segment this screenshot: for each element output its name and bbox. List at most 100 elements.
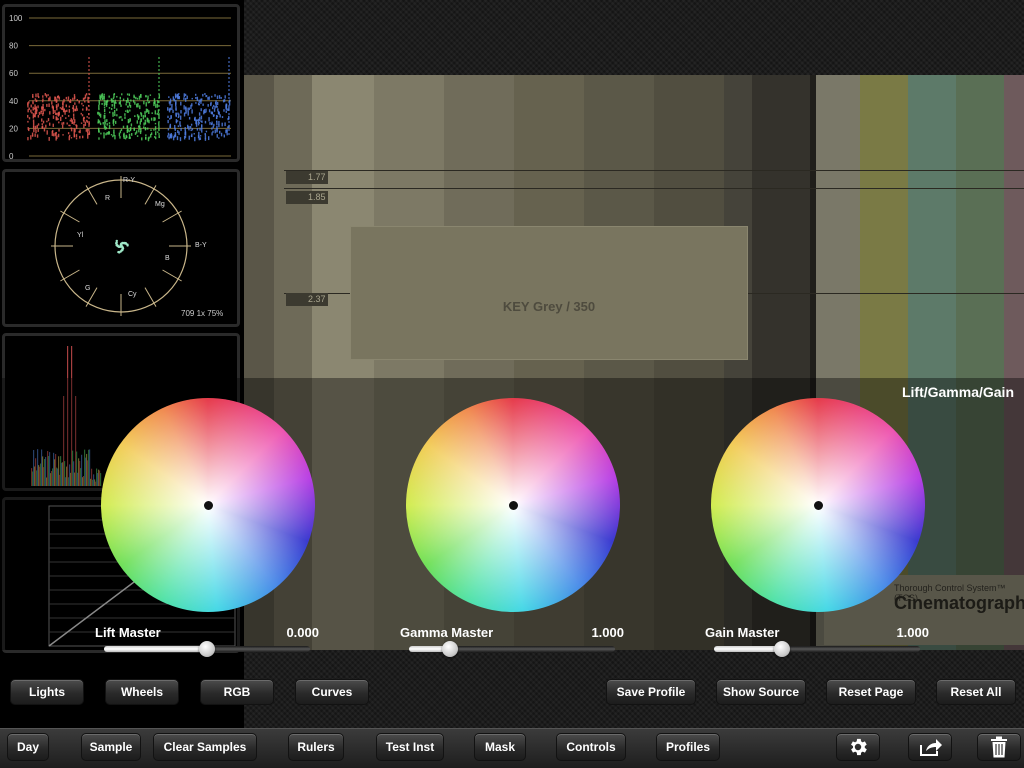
waveform-trace: [134, 101, 136, 105]
waveform-trace: [129, 127, 132, 132]
waveform-trace: [38, 111, 41, 115]
chart-line: [284, 188, 1024, 189]
waveform-trace: [71, 107, 74, 109]
vectorscope[interactable]: R-Y R Mg B-Y B Cy G Yl 709 1x 75%: [2, 169, 240, 327]
waveform-trace: [104, 112, 106, 115]
sample-button[interactable]: Sample: [81, 733, 141, 761]
waveform-trace: [103, 102, 106, 106]
lift-master-slider[interactable]: [104, 641, 310, 657]
waveform-trace: [191, 109, 193, 114]
gamma-color-wheel[interactable]: [406, 398, 620, 612]
waveform-axis-label: 80: [9, 42, 18, 51]
waveform-trace: [184, 93, 187, 97]
wheel-puck[interactable]: [813, 500, 823, 510]
share-button[interactable]: [908, 733, 952, 761]
waveform-trace: [113, 129, 115, 134]
waveform-trace: [168, 136, 170, 140]
waveform-trace: [167, 119, 169, 124]
waveform-trace: [85, 129, 88, 132]
slider-thumb[interactable]: [773, 641, 790, 657]
rulers-button[interactable]: Rulers: [288, 733, 344, 761]
waveform-trace: [68, 136, 70, 141]
waveform-trace: [87, 96, 89, 101]
delete-button[interactable]: [977, 733, 1021, 761]
wheel-puck[interactable]: [508, 500, 518, 510]
waveform-trace: [194, 116, 196, 121]
waveform-trace: [154, 136, 157, 140]
waveform-trace: [216, 95, 219, 99]
waveform-trace: [140, 118, 142, 123]
mode-title: Lift/Gamma/Gain: [901, 384, 1014, 400]
clear-samples-button[interactable]: Clear Samples: [153, 733, 257, 761]
waveform-trace: [136, 103, 138, 108]
waveform-trace: [141, 137, 143, 141]
profiles-button[interactable]: Profiles: [656, 733, 720, 761]
waveform-trace: [191, 133, 193, 138]
waveform-trace: [84, 94, 87, 99]
waveform-trace: [201, 125, 203, 129]
controls-button[interactable]: Controls: [556, 733, 626, 761]
waveform-trace: [151, 112, 153, 114]
waveform-trace: [131, 133, 133, 136]
waveform-trace: [175, 108, 177, 111]
waveform-trace: [180, 110, 182, 114]
waveform-trace: [146, 98, 149, 102]
gamma-master-slider[interactable]: [409, 641, 615, 657]
waveform-trace: [80, 122, 83, 124]
waveform-trace: [180, 101, 182, 106]
waveform-trace: [156, 103, 159, 108]
waveform-trace: [201, 98, 203, 101]
waveform-axis-label: 0: [9, 152, 14, 159]
waveform-trace: [75, 125, 78, 130]
settings-button[interactable]: [836, 733, 880, 761]
waveform-trace: [168, 101, 171, 104]
waveform-trace: [46, 120, 48, 123]
waveform-trace: [42, 120, 45, 124]
waveform-trace: [112, 99, 114, 103]
waveform-trace: [119, 96, 121, 100]
lift-color-wheel[interactable]: [101, 398, 315, 612]
day-button[interactable]: Day: [7, 733, 49, 761]
waveform-trace: [218, 95, 221, 99]
waveform-trace: [135, 96, 137, 100]
test-inst-button[interactable]: Test Inst: [376, 733, 444, 761]
waveform-trace: [167, 107, 169, 111]
waveform-trace: [199, 127, 201, 131]
waveform-trace: [70, 137, 73, 139]
vectorscope-tick: [60, 269, 80, 282]
waveform-scope[interactable]: 100 80 60 40 20 0: [2, 4, 240, 162]
gain-master-slider[interactable]: [714, 641, 920, 657]
wheel-puck[interactable]: [203, 500, 213, 510]
waveform-trace: [169, 98, 172, 103]
waveform-trace: [175, 114, 177, 118]
waveform-trace: [68, 109, 71, 113]
mask-button[interactable]: Mask: [474, 733, 526, 761]
gain-color-wheel[interactable]: [711, 398, 925, 612]
waveform-trace: [179, 137, 182, 142]
waveform-trace: [176, 93, 179, 98]
waveform-trace: [37, 96, 40, 99]
slider-thumb[interactable]: [199, 641, 215, 657]
slider-fill: [714, 646, 782, 652]
waveform-trace: [211, 95, 213, 98]
waveform-trace: [195, 97, 197, 99]
waveform-trace: [58, 96, 61, 100]
waveform-trace: [82, 108, 84, 111]
waveform-trace: [197, 135, 200, 139]
waveform-trace: [58, 111, 61, 116]
show-source-button[interactable]: Show Source: [716, 679, 806, 705]
wheels-button[interactable]: Wheels: [105, 679, 179, 705]
reset-page-button[interactable]: Reset Page: [826, 679, 916, 705]
lights-button[interactable]: Lights: [10, 679, 84, 705]
waveform-trace: [170, 115, 172, 118]
waveform-trace: [103, 106, 106, 109]
waveform-trace: [106, 123, 108, 126]
reset-all-button[interactable]: Reset All: [936, 679, 1016, 705]
waveform-trace: [200, 115, 203, 120]
waveform-trace: [191, 97, 193, 100]
save-profile-button[interactable]: Save Profile: [606, 679, 696, 705]
curves-button[interactable]: Curves: [295, 679, 369, 705]
waveform-trace: [68, 105, 71, 108]
waveform-trace: [121, 118, 123, 122]
rgb-button[interactable]: RGB: [200, 679, 274, 705]
